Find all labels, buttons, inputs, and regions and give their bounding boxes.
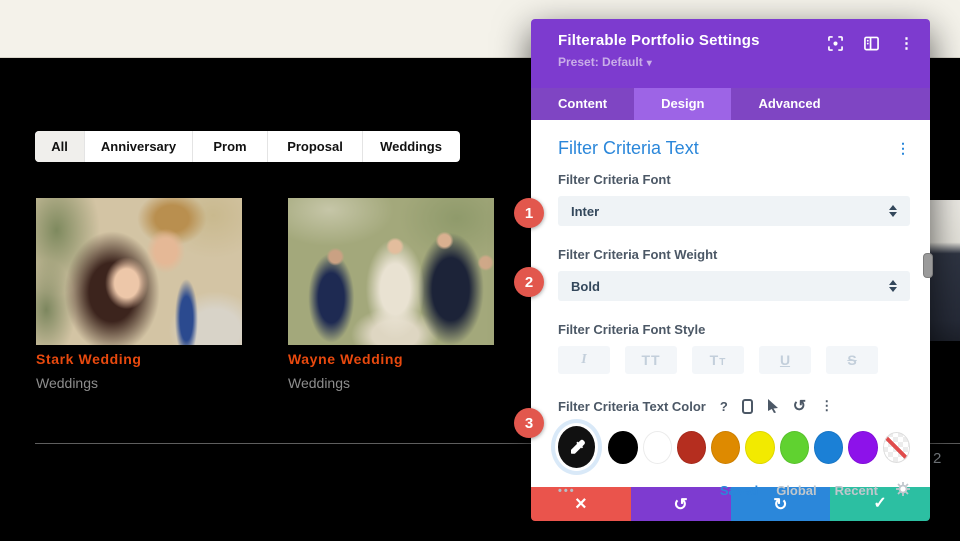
text-color-label: Filter Criteria Text Color bbox=[558, 399, 706, 414]
font-weight-value: Bold bbox=[571, 279, 600, 294]
annotation-step-3: 3 bbox=[514, 408, 544, 438]
color-swatch-purple[interactable] bbox=[848, 431, 877, 464]
modal-body: Filter Criteria Text ⋮ Filter Criteria F… bbox=[531, 120, 930, 487]
portfolio-image-partial bbox=[930, 200, 960, 341]
color-swatch-orange[interactable] bbox=[711, 431, 740, 464]
modal-tab-bar: Content Design Advanced bbox=[531, 88, 930, 120]
section-title: Filter Criteria Text bbox=[558, 138, 699, 159]
caret-down-icon: ▾ bbox=[647, 58, 652, 69]
filter-tab-all[interactable]: All bbox=[35, 131, 85, 162]
tab-design[interactable]: Design bbox=[634, 88, 731, 120]
color-swatch-white[interactable] bbox=[643, 431, 672, 464]
more-swatches-icon[interactable]: ••• bbox=[558, 485, 576, 497]
filter-tab-proposal[interactable]: Proposal bbox=[268, 131, 363, 162]
font-select[interactable]: Inter bbox=[558, 196, 910, 226]
filter-tab-weddings[interactable]: Weddings bbox=[363, 131, 459, 162]
filter-tab-prom[interactable]: Prom bbox=[193, 131, 268, 162]
hover-cursor-icon[interactable] bbox=[767, 399, 779, 413]
color-swatch-red[interactable] bbox=[677, 431, 706, 464]
color-swatch-green[interactable] bbox=[780, 431, 809, 464]
filterable-portfolio-settings-modal: 1 2 3 Filterable Portfolio Settings Pres… bbox=[531, 19, 930, 521]
font-weight-label: Filter Criteria Font Weight bbox=[558, 247, 910, 262]
color-swatch-row bbox=[558, 426, 910, 468]
portfolio-filter-bar: All Anniversary Prom Proposal Weddings bbox=[35, 131, 460, 162]
color-options-icon[interactable]: ⋮ bbox=[820, 398, 833, 414]
pagination-page-2[interactable]: 2 bbox=[933, 450, 941, 467]
color-swatch-black[interactable] bbox=[608, 431, 637, 464]
responsive-phone-icon[interactable] bbox=[742, 399, 753, 414]
select-arrows-icon bbox=[889, 205, 897, 217]
panel-layout-icon[interactable] bbox=[863, 35, 879, 51]
smallcaps-button[interactable]: Tt bbox=[692, 346, 744, 374]
annotation-step-2: 2 bbox=[514, 267, 544, 297]
annotation-step-1: 1 bbox=[514, 198, 544, 228]
section-options-icon[interactable]: ⋮ bbox=[896, 140, 910, 157]
color-swatch-none[interactable] bbox=[883, 432, 911, 463]
portfolio-title[interactable]: Wayne Wedding bbox=[288, 351, 403, 367]
palette-tab-saved[interactable]: Saved bbox=[720, 483, 758, 498]
color-swatch-yellow[interactable] bbox=[745, 431, 774, 464]
font-field-label: Filter Criteria Font bbox=[558, 172, 910, 187]
reset-icon[interactable]: ↺ bbox=[793, 396, 806, 416]
tab-advanced[interactable]: Advanced bbox=[731, 88, 847, 120]
portfolio-category: Weddings bbox=[36, 375, 98, 391]
portfolio-image-wayne-wedding[interactable] bbox=[288, 198, 494, 345]
modal-header: Filterable Portfolio Settings Preset: De… bbox=[531, 19, 930, 88]
preset-selector[interactable]: Preset: Default▾ bbox=[558, 55, 912, 69]
modal-scrollbar-handle[interactable] bbox=[923, 253, 933, 278]
palette-tab-global[interactable]: Global bbox=[776, 483, 816, 498]
filter-tab-anniversary[interactable]: Anniversary bbox=[85, 131, 193, 162]
modal-options-icon[interactable]: ⋮ bbox=[899, 36, 914, 51]
underline-button[interactable]: U bbox=[759, 346, 811, 374]
font-style-label: Filter Criteria Font Style bbox=[558, 322, 910, 337]
tab-content[interactable]: Content bbox=[531, 88, 634, 120]
strikethrough-button[interactable]: S bbox=[826, 346, 878, 374]
focus-mode-icon[interactable] bbox=[827, 35, 843, 51]
select-arrows-icon bbox=[889, 280, 897, 292]
italic-button[interactable]: I bbox=[558, 346, 610, 374]
help-icon[interactable]: ? bbox=[720, 399, 728, 414]
palette-tab-recent[interactable]: Recent bbox=[835, 483, 878, 498]
portfolio-image-stark-wedding[interactable] bbox=[36, 198, 242, 345]
font-weight-select[interactable]: Bold bbox=[558, 271, 910, 301]
portfolio-title[interactable]: Stark Wedding bbox=[36, 351, 142, 367]
uppercase-button[interactable]: TT bbox=[625, 346, 677, 374]
eyedropper-icon[interactable] bbox=[558, 426, 595, 468]
screen: All Anniversary Prom Proposal Weddings S… bbox=[0, 0, 960, 541]
font-select-value: Inter bbox=[571, 204, 599, 219]
font-style-buttons: I TT Tt U S bbox=[558, 346, 910, 374]
portfolio-category: Weddings bbox=[288, 375, 350, 391]
color-swatch-blue[interactable] bbox=[814, 431, 843, 464]
palette-settings-gear-icon[interactable] bbox=[896, 482, 910, 499]
